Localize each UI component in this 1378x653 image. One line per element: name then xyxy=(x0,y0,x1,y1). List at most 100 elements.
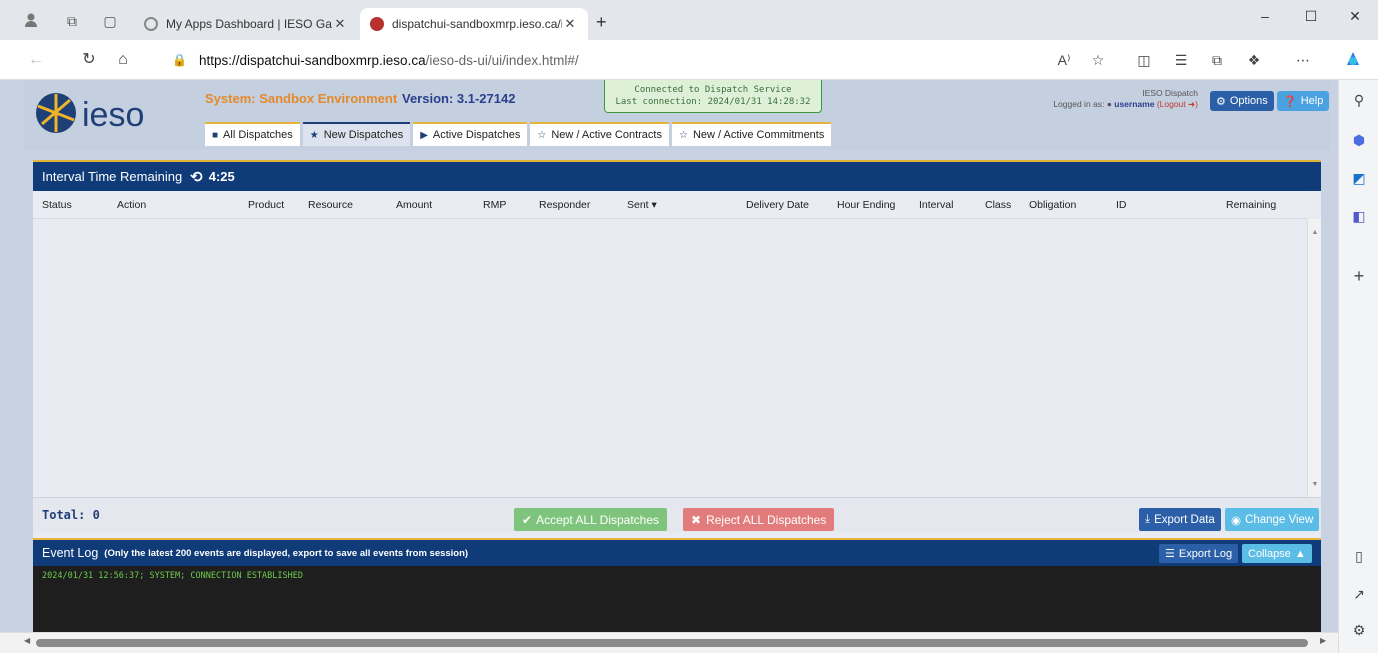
tab-title: My Apps Dashboard | IESO Gatew xyxy=(166,17,332,31)
back-icon[interactable]: ← xyxy=(25,50,47,70)
col-class[interactable]: Class xyxy=(985,199,1011,211)
event-log-header: Event Log (Only the latest 200 events ar… xyxy=(33,538,1321,566)
page-horizontal-scrollbar[interactable]: ◀ ▶ xyxy=(0,632,1338,653)
last-connection-line: Last connection: 2024/01/31 14:28:32 xyxy=(615,97,811,107)
change-view-button[interactable]: ◉ Change View xyxy=(1225,508,1320,531)
collections-icon[interactable]: ⧉ xyxy=(1206,50,1228,70)
hide-sidebar-icon[interactable]: ▯ xyxy=(1349,546,1369,566)
extensions-icon[interactable]: ❖ xyxy=(1243,50,1265,70)
interval-header: Interval Time Remaining ⟲ 4:25 xyxy=(33,162,1321,191)
table-footer: Total: 0 ✔ Accept ALL Dispatches ✖ Rejec… xyxy=(33,497,1321,532)
role-label: IESO Dispatch xyxy=(1142,88,1198,98)
split-screen-icon[interactable]: ◫ xyxy=(1133,50,1155,70)
col-sent[interactable]: Sent ▾ xyxy=(627,199,657,211)
username-link[interactable]: username xyxy=(1114,99,1154,109)
interval-time: 4:25 xyxy=(208,169,235,184)
event-log-note: (Only the latest 200 events are displaye… xyxy=(104,547,469,559)
col-status[interactable]: Status xyxy=(42,199,72,211)
col-obligation[interactable]: Obligation xyxy=(1029,199,1076,211)
check-icon: ✔ xyxy=(522,512,533,527)
tab-active-dispatches[interactable]: ▶ Active Dispatches xyxy=(413,122,528,146)
reject-all-button[interactable]: ✖ Reject ALL Dispatches xyxy=(683,508,835,531)
outlook-icon[interactable]: ◩ xyxy=(1349,168,1369,188)
read-aloud-icon[interactable]: A⁾ xyxy=(1053,50,1075,70)
logout-link[interactable]: (Logout ➜) xyxy=(1157,99,1198,109)
tab-new-dispatches[interactable]: ★ New Dispatches xyxy=(302,122,411,146)
col-remaining[interactable]: Remaining xyxy=(1226,199,1276,211)
scroll-right-icon[interactable]: ▶ xyxy=(1320,636,1326,645)
download-icon: ⤓ xyxy=(1145,513,1151,525)
url-field[interactable]: 🔒 https://dispatchui-sandboxmrp.ieso.ca /… xyxy=(160,45,1030,75)
favorite-star-icon[interactable]: ☆ xyxy=(1087,50,1109,70)
tab-commitments[interactable]: ☆ New / Active Commitments xyxy=(671,122,832,146)
close-tab-icon[interactable]: ✕ xyxy=(332,16,348,32)
collapse-button[interactable]: Collapse ▲ xyxy=(1242,544,1312,563)
search-icon[interactable]: ⚲ xyxy=(1349,90,1369,110)
login-info: IESO Dispatch Logged in as: ● username (… xyxy=(1000,88,1198,110)
refresh-icon[interactable]: ↻ xyxy=(78,50,100,70)
close-window-icon[interactable]: ✕ xyxy=(1340,8,1370,25)
export-log-label: Export Log xyxy=(1178,547,1233,560)
browser-tabstrip: ⧉ ▢ My Apps Dashboard | IESO Gatew ✕ dis… xyxy=(0,0,1378,40)
col-amount[interactable]: Amount xyxy=(396,199,432,211)
tab-actions-icon[interactable]: ▢ xyxy=(101,12,119,30)
copilot-icon[interactable] xyxy=(1342,50,1364,70)
lock-icon[interactable]: 🔒 xyxy=(172,53,187,67)
col-interval[interactable]: Interval xyxy=(919,199,953,211)
play-icon: ▶ xyxy=(420,129,428,141)
scroll-left-icon[interactable]: ◀ xyxy=(24,636,30,645)
star-icon: ★ xyxy=(309,129,319,141)
more-icon[interactable]: ⋯ xyxy=(1292,50,1314,70)
dispatch-panel: Interval Time Remaining ⟲ 4:25 Status Ac… xyxy=(33,160,1321,632)
col-delivery-date[interactable]: Delivery Date xyxy=(746,199,809,211)
version-label: Version: 3.1-27142 xyxy=(402,91,516,106)
col-resource[interactable]: Resource xyxy=(308,199,353,211)
shopping-icon[interactable]: ⬢ xyxy=(1349,130,1369,150)
table-scrollbar[interactable]: ▲ ▼ xyxy=(1307,219,1321,497)
options-label: Options xyxy=(1229,95,1268,107)
settings-icon[interactable]: ⚙ xyxy=(1349,620,1369,640)
scroll-up-icon[interactable]: ▲ xyxy=(1308,229,1322,236)
change-view-label: Change View xyxy=(1245,513,1314,526)
col-id[interactable]: ID xyxy=(1116,199,1127,211)
total-count: Total: 0 xyxy=(42,508,100,522)
help-button[interactable]: ❓ Help xyxy=(1277,91,1330,111)
export-data-label: Export Data xyxy=(1154,513,1215,526)
workspaces-icon[interactable]: ⧉ xyxy=(63,12,81,30)
tab-contracts[interactable]: ☆ New / Active Contracts xyxy=(530,122,669,146)
event-log-console: 2024/01/31 12:56:37; SYSTEM; CONNECTION … xyxy=(33,566,1321,632)
col-rmp[interactable]: RMP xyxy=(483,199,506,211)
col-action[interactable]: Action xyxy=(117,199,146,211)
logout-icon: ➜ xyxy=(1188,99,1196,109)
teams-icon[interactable]: ◧ xyxy=(1349,206,1369,226)
new-tab-icon[interactable]: + xyxy=(596,12,607,33)
tab-label: All Dispatches xyxy=(223,129,293,141)
star-outline-icon: ☆ xyxy=(537,129,547,141)
export-data-button[interactable]: ⤓ Export Data xyxy=(1139,508,1221,531)
browser-tab-dashboard[interactable]: My Apps Dashboard | IESO Gatew ✕ xyxy=(134,8,358,40)
export-log-button[interactable]: ☰ Export Log xyxy=(1159,544,1239,563)
chevron-up-icon: ▲ xyxy=(1294,547,1306,560)
browser-tab-dispatch[interactable]: dispatchui-sandboxmrp.ieso.ca/ie ✕ xyxy=(360,8,588,40)
profile-icon[interactable] xyxy=(22,12,40,30)
col-responder[interactable]: Responder xyxy=(539,199,590,211)
open-external-icon[interactable]: ↗ xyxy=(1349,584,1369,604)
favorites-icon[interactable]: ☰ xyxy=(1170,50,1192,70)
add-sidebar-icon[interactable]: + xyxy=(1349,266,1369,286)
help-label: Help xyxy=(1300,95,1324,107)
col-product[interactable]: Product xyxy=(248,199,284,211)
close-tab-icon[interactable]: ✕ xyxy=(562,16,578,32)
collapse-label: Collapse xyxy=(1248,547,1291,560)
tab-label: New / Active Commitments xyxy=(692,129,825,141)
col-hour-ending[interactable]: Hour Ending xyxy=(837,199,895,211)
minimize-icon[interactable]: – xyxy=(1250,8,1280,24)
scroll-down-icon[interactable]: ▼ xyxy=(1308,481,1322,488)
accept-all-button[interactable]: ✔ Accept ALL Dispatches xyxy=(514,508,668,531)
tab-all-dispatches[interactable]: ■ All Dispatches xyxy=(205,122,300,146)
scroll-thumb[interactable] xyxy=(36,639,1308,647)
options-button[interactable]: ⚙ Options xyxy=(1210,91,1274,111)
maximize-icon[interactable]: ☐ xyxy=(1296,8,1326,25)
url-host: https://dispatchui-sandboxmrp.ieso.ca xyxy=(198,52,426,68)
loading-icon xyxy=(144,17,158,31)
home-icon[interactable]: ⌂ xyxy=(112,50,134,70)
